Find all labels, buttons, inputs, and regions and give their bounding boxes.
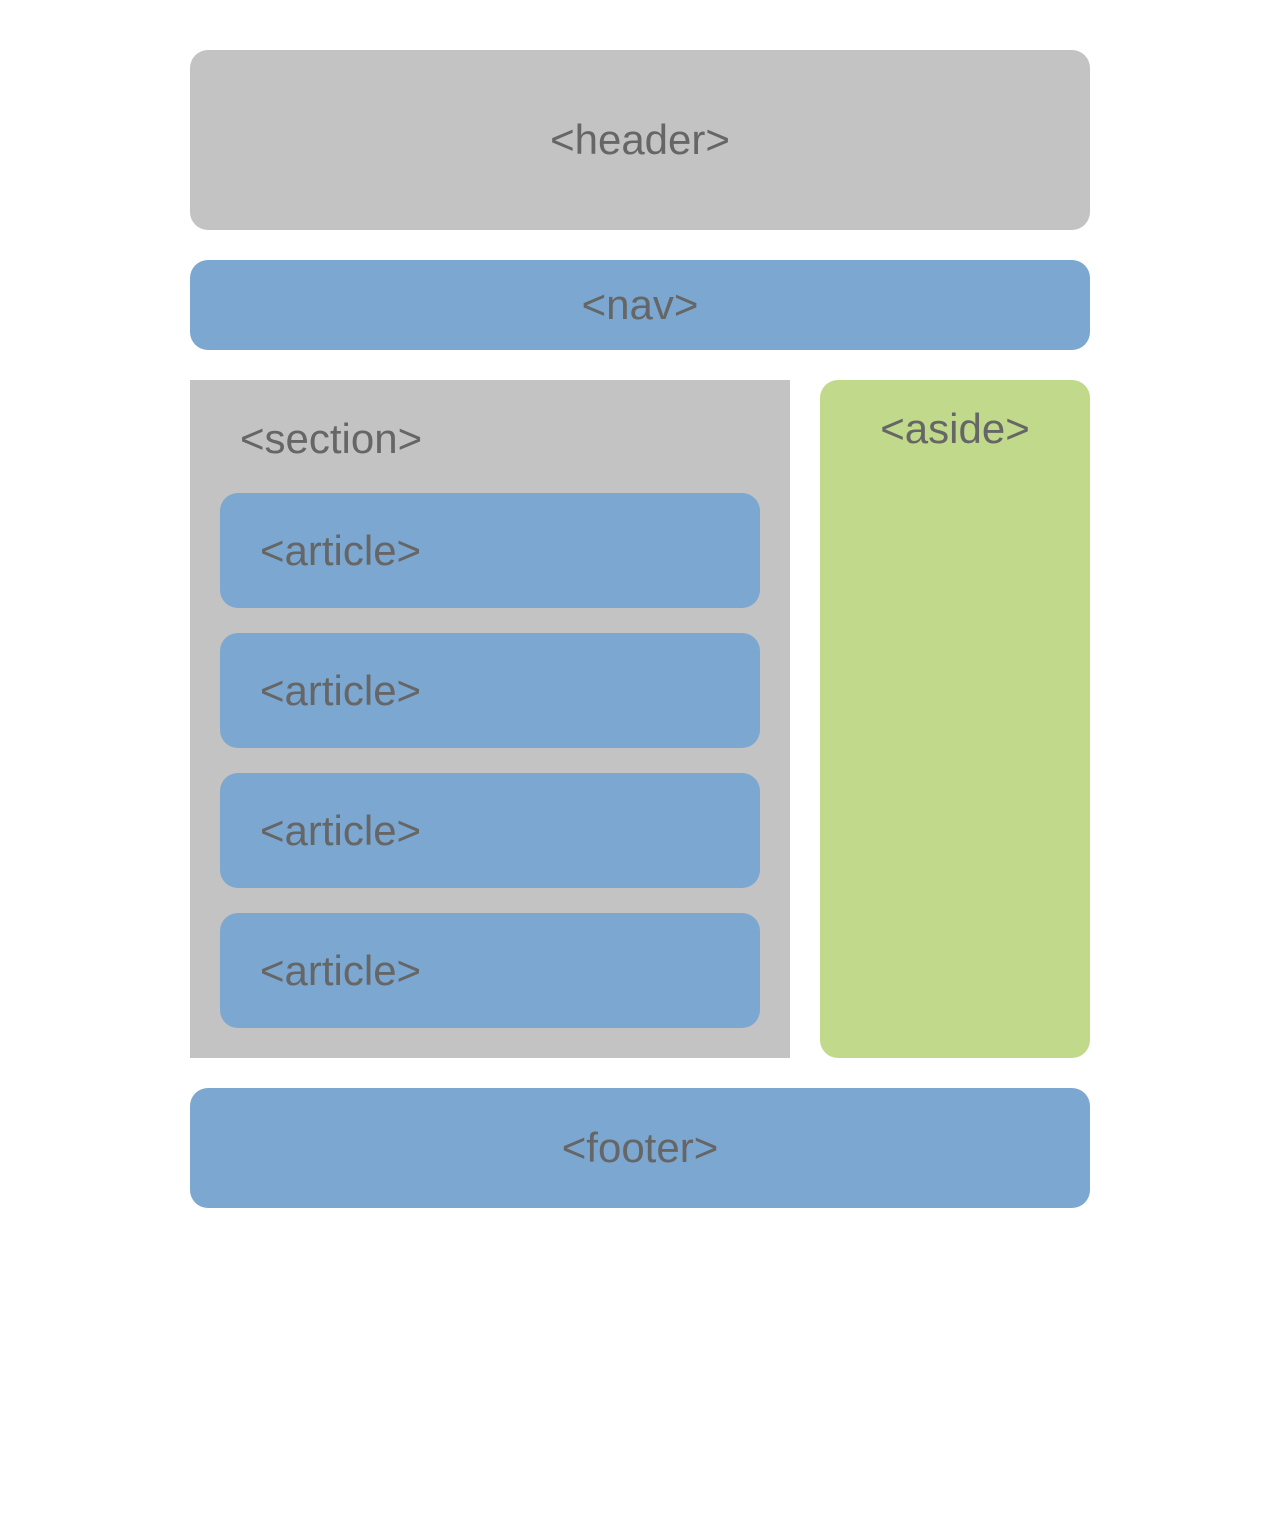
footer-label: <footer> bbox=[562, 1124, 718, 1172]
main-content-row: <section> <article> <article> <article> … bbox=[190, 380, 1090, 1058]
article-block: <article> bbox=[220, 773, 760, 888]
aside-block: <aside> bbox=[820, 380, 1090, 1058]
article-label: <article> bbox=[260, 667, 421, 715]
header-block: <header> bbox=[190, 50, 1090, 230]
article-label: <article> bbox=[260, 527, 421, 575]
nav-block: <nav> bbox=[190, 260, 1090, 350]
article-label: <article> bbox=[260, 807, 421, 855]
aside-label: <aside> bbox=[880, 405, 1029, 452]
footer-block: <footer> bbox=[190, 1088, 1090, 1208]
article-block: <article> bbox=[220, 493, 760, 608]
section-label: <section> bbox=[220, 410, 760, 468]
html5-layout-diagram: <header> <nav> <section> <article> <arti… bbox=[190, 50, 1090, 1208]
nav-label: <nav> bbox=[582, 281, 699, 329]
article-block: <article> bbox=[220, 633, 760, 748]
section-block: <section> <article> <article> <article> … bbox=[190, 380, 790, 1058]
article-label: <article> bbox=[260, 947, 421, 995]
article-block: <article> bbox=[220, 913, 760, 1028]
header-label: <header> bbox=[550, 116, 730, 164]
